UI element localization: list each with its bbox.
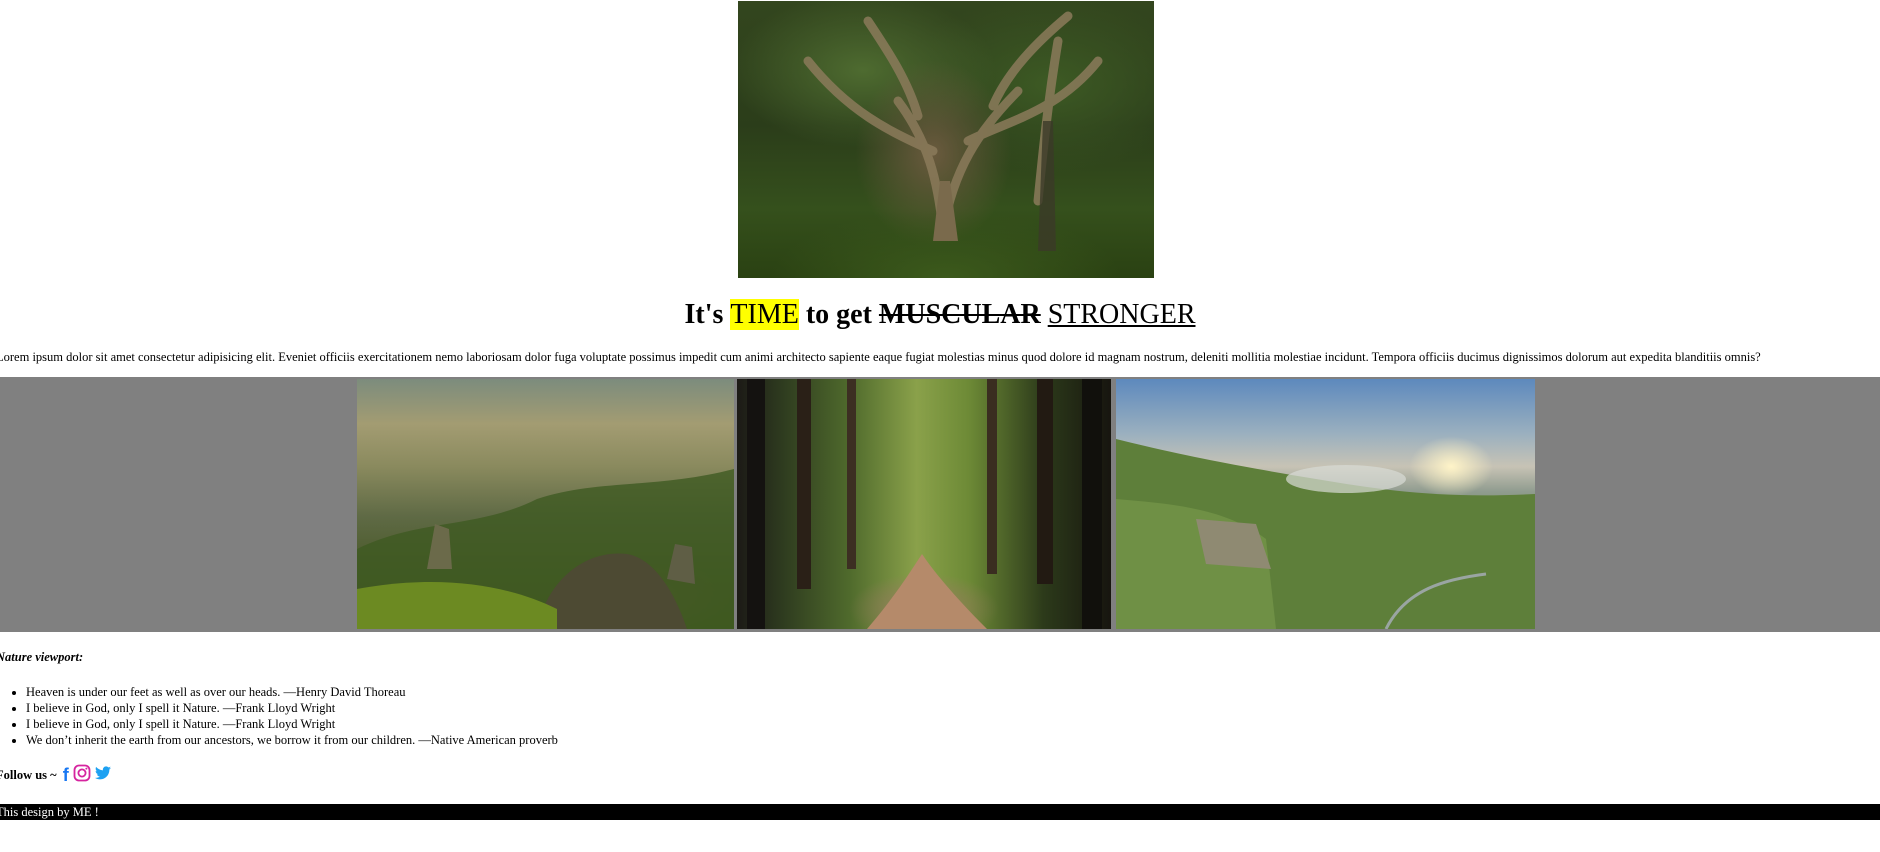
headline-highlight: TIME <box>730 299 799 330</box>
forest-path-illustration <box>747 379 1102 629</box>
gallery-image-cliffs <box>1116 379 1535 629</box>
intro-paragraph: Lorem ipsum dolor sit amet consectetur a… <box>0 350 1761 364</box>
mountains-illustration <box>357 469 734 629</box>
headline-space <box>1041 299 1048 330</box>
headline-underlined: STRONGER <box>1047 299 1196 330</box>
list-item: I believe in God, only I spell it Nature… <box>26 700 558 716</box>
section-caption: Nature viewport: <box>0 650 84 664</box>
gallery-image-mountains <box>357 379 734 629</box>
social-links: f <box>63 764 115 786</box>
headline-text-2: to get <box>798 299 879 330</box>
list-item: I believe in God, only I spell it Nature… <box>26 716 558 732</box>
instagram-icon[interactable] <box>73 764 91 786</box>
follow-section: Follow us ~ f <box>0 764 115 786</box>
twitter-icon[interactable] <box>94 766 111 784</box>
page-headline: It's TIME to get MUSCULAR STRONGER <box>0 292 1880 338</box>
footer-text: This design by ME ! <box>0 805 99 819</box>
cliffs-illustration <box>1116 439 1535 629</box>
page-footer: This design by ME ! <box>0 804 1880 820</box>
hero-image <box>738 1 1154 278</box>
page: It's TIME to get MUSCULAR STRONGER Lorem… <box>0 0 1880 852</box>
quote-list: Heaven is under our feet as well as over… <box>0 684 558 748</box>
gallery-image-forest-path <box>737 379 1111 629</box>
hero-tree-illustration <box>803 11 1103 251</box>
headline-strikethrough: MUSCULAR <box>878 299 1041 330</box>
image-gallery <box>0 377 1880 632</box>
list-item: Heaven is under our feet as well as over… <box>26 684 558 700</box>
headline-text-1: It's <box>684 299 731 330</box>
follow-label: Follow us ~ <box>0 767 57 782</box>
list-item: We don’t inherit the earth from our ance… <box>26 732 558 748</box>
facebook-icon[interactable]: f <box>63 766 69 784</box>
